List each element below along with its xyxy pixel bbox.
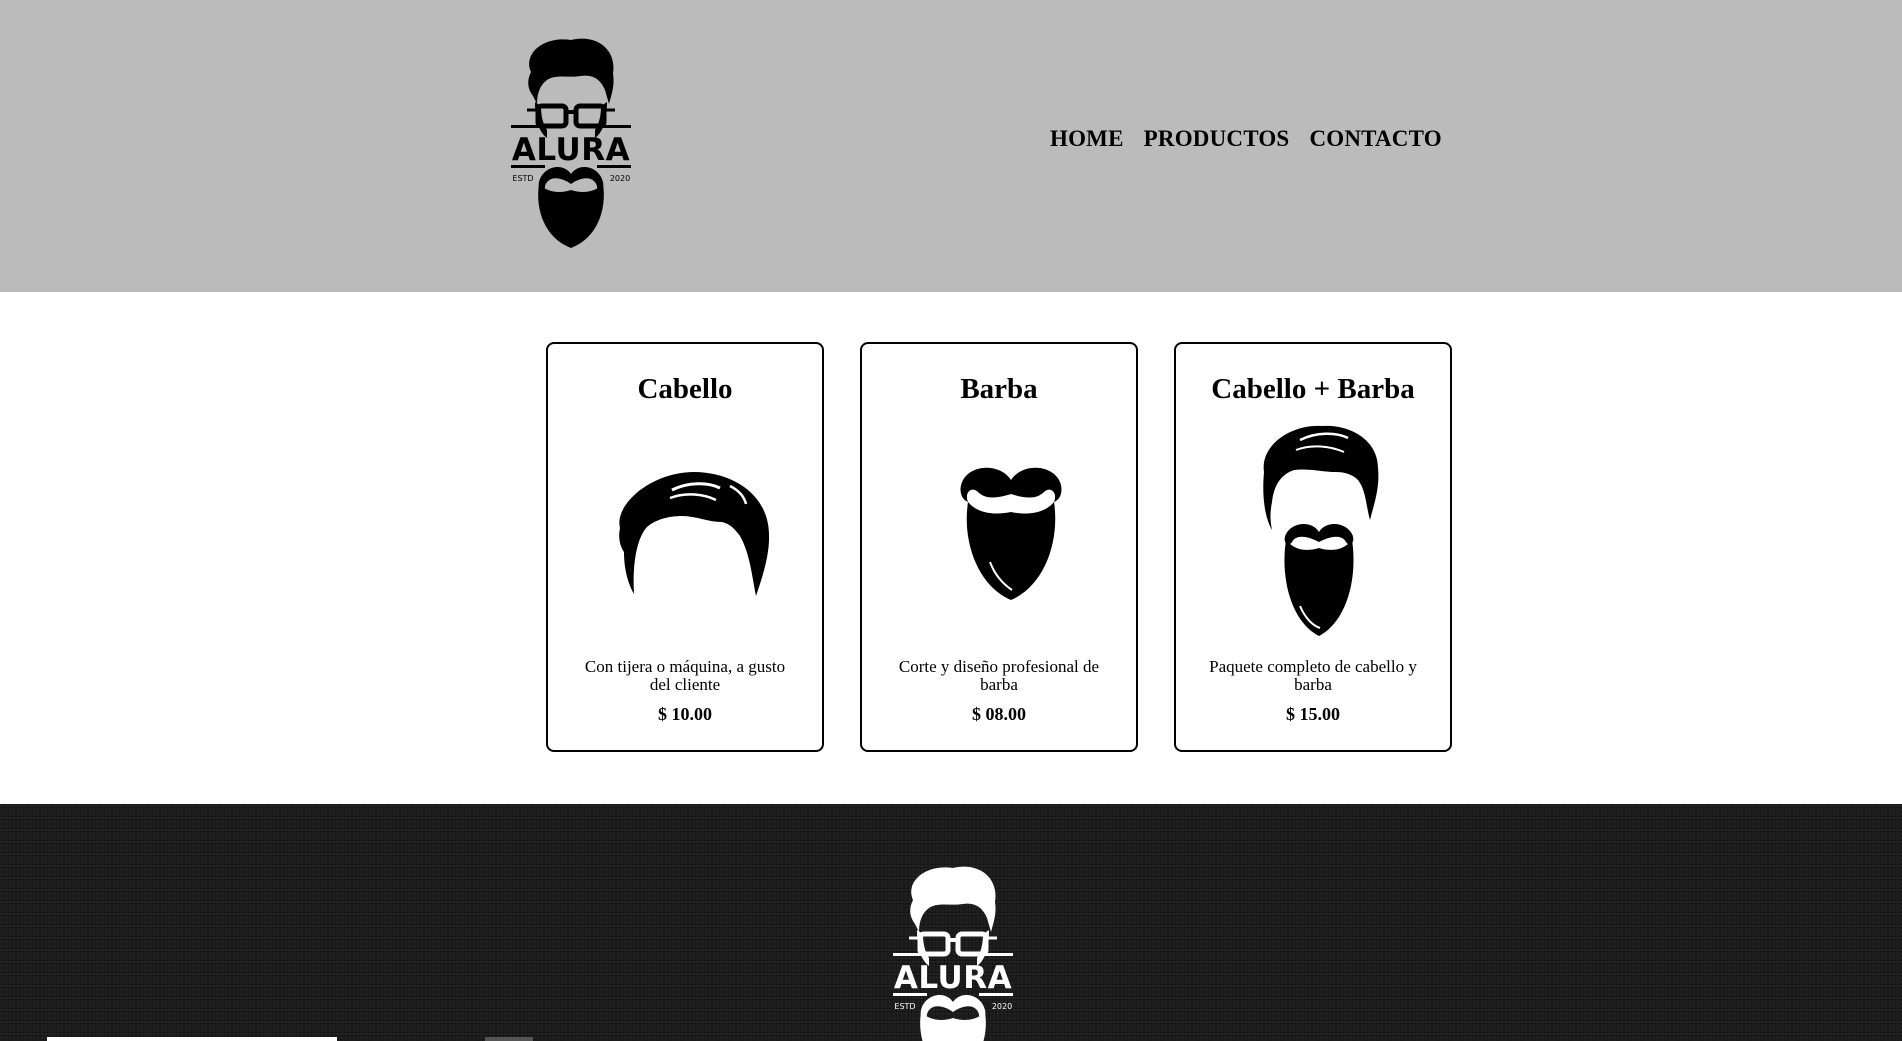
product-price: $ 08.00 <box>972 704 1026 724</box>
hair-icon <box>619 472 770 596</box>
product-title: Barba <box>960 373 1038 405</box>
logo-estd: ESTD <box>512 174 533 183</box>
product-description: Con tijera o máquina, a gusto del client… <box>584 657 786 694</box>
nav-productos[interactable]: PRODUCTOS <box>1144 124 1290 154</box>
product-card-barba: Barba Corte y diseño profesional de barb… <box>860 342 1138 752</box>
beard-icon <box>960 467 1062 600</box>
footer-email-input[interactable] <box>47 1037 337 1041</box>
product-card-cabello-barba: Cabello + Barba Paquete completo de cabe… <box>1174 342 1452 752</box>
product-description: Corte y diseño profesional de barba <box>898 657 1100 694</box>
product-description: Paquete completo de cabello y barba <box>1209 657 1417 694</box>
footer-submit-button[interactable] <box>485 1037 533 1041</box>
product-title: Cabello + Barba <box>1211 373 1415 405</box>
product-card-cabello: Cabello Con tijera o máquina, a gusto de… <box>546 342 824 752</box>
product-title: Cabello <box>637 373 733 405</box>
alura-barber-logo-footer[interactable]: ALURA ESTD 2020 <box>891 862 1015 1041</box>
alura-barber-logo[interactable]: ALURA ESTD 2020 <box>509 34 633 254</box>
main-nav: HOME PRODUCTOS CONTACTO <box>1050 124 1442 154</box>
site-header: ALURA ESTD 2020 HOME PRODUCTOS CONTACTO <box>0 0 1902 292</box>
logo-brand: ALURA <box>512 132 630 168</box>
site-footer: ALURA ESTD 2020 <box>0 804 1902 1041</box>
product-price: $ 10.00 <box>658 704 712 724</box>
nav-contacto[interactable]: CONTACTO <box>1309 124 1441 154</box>
logo-year: 2020 <box>610 174 630 183</box>
hair-and-beard-icon <box>1263 425 1379 636</box>
product-price: $ 15.00 <box>1286 704 1340 724</box>
logo-brand: ALURA <box>894 960 1012 996</box>
logo-year: 2020 <box>992 1002 1012 1011</box>
nav-home[interactable]: HOME <box>1050 124 1124 154</box>
logo-estd: ESTD <box>894 1002 915 1011</box>
